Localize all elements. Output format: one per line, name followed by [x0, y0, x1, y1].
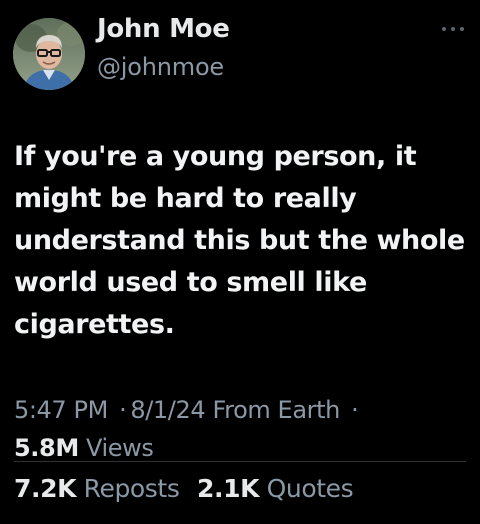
meta-trailing-separator: ·: [351, 396, 359, 424]
quotes-count: 2.1K: [197, 474, 260, 503]
tweet-views[interactable]: 5.8M Views: [14, 434, 154, 462]
tweet-text: If you're a young person, it might be ha…: [14, 141, 465, 340]
views-count: 5.8M: [14, 434, 79, 462]
views-label: Views: [86, 434, 154, 462]
author-name[interactable]: John Moe: [97, 14, 230, 44]
author-avatar[interactable]: [13, 18, 85, 90]
tweet-date[interactable]: 8/1/24: [130, 396, 205, 424]
tweet-time[interactable]: 5:47 PM: [14, 396, 108, 424]
user-photo-avatar-icon: [13, 18, 85, 90]
more-dot: [442, 27, 446, 31]
reposts-stat[interactable]: 7.2K Reposts: [14, 474, 180, 503]
tweet-stats: 7.2K Reposts 2.1K Quotes: [14, 474, 363, 503]
divider: [14, 461, 466, 462]
tweet-metadata: 5:47 PM · 8/1/24 From Earth ·: [14, 396, 362, 424]
tweet-source: From Earth: [212, 396, 340, 424]
tweet-card: John Moe @johnmoe If you're a young pers…: [0, 0, 480, 524]
meta-separator: ·: [119, 396, 127, 424]
author-handle[interactable]: @johnmoe: [97, 53, 224, 81]
more-dot: [460, 27, 464, 31]
more-horizontal-icon[interactable]: [442, 22, 464, 36]
reposts-count: 7.2K: [14, 474, 77, 503]
more-dot: [451, 27, 455, 31]
reposts-label: Reposts: [83, 474, 180, 503]
quotes-label: Quotes: [266, 474, 354, 503]
quotes-stat[interactable]: 2.1K Quotes: [197, 474, 354, 503]
